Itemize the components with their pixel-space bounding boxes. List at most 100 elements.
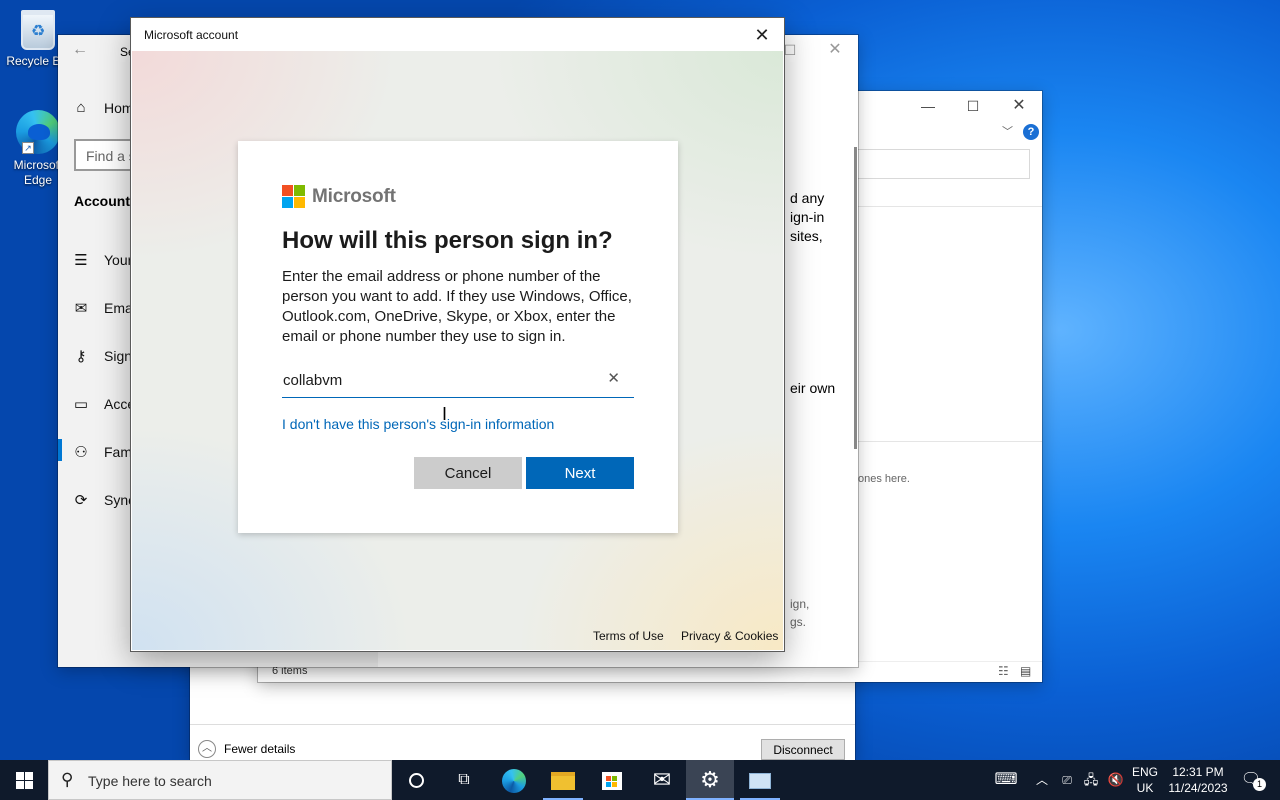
dialog-heading: How will this person sign in? (282, 227, 613, 254)
sync-icon: ⟳ (74, 492, 88, 509)
nav-your-info[interactable]: ☰ Your (72, 251, 132, 269)
nav-item-label: Sign (104, 348, 133, 364)
show-hidden-icons-button[interactable]: ︿ (1030, 760, 1054, 800)
dialog-close-button[interactable]: ✕ (746, 22, 778, 48)
task-view-icon: ⧉ (458, 771, 470, 788)
clock-date: 11/24/2023 (1168, 781, 1228, 795)
taskbar-edge[interactable] (490, 760, 538, 800)
search-placeholder: Find a s (86, 148, 136, 164)
edge-icon (502, 768, 526, 793)
settings-text-fragment: ign, (790, 597, 810, 611)
task-manager-icon (749, 772, 771, 789)
gear-icon: ⚙ (700, 767, 720, 792)
search-icon: ⚲ (61, 770, 74, 789)
key-icon: ⚷ (75, 348, 87, 365)
back-arrow-icon[interactable]: ← (72, 41, 88, 59)
minimize-button[interactable]: — (905, 91, 951, 121)
taskbar-settings[interactable]: ⚙ (686, 760, 734, 800)
nav-item-label: Ema (104, 300, 133, 316)
cortana-button[interactable] (392, 760, 440, 800)
clear-icon[interactable]: ✕ (607, 369, 620, 387)
store-bag-icon (602, 771, 622, 790)
nav-home-label: Hom (104, 99, 134, 116)
next-button[interactable]: Next (526, 457, 634, 489)
network-button[interactable]: 🖧 (1080, 760, 1102, 800)
chevron-up-icon: ︿ (198, 740, 216, 758)
settings-text-fragment: gs. (790, 615, 807, 629)
sign-in-card: Microsoft How will this person sign in? … (238, 141, 678, 533)
maximize-button[interactable]: ☐ (950, 91, 996, 121)
keyboard-icon: ⌨ (994, 771, 1018, 788)
email-input[interactable] (282, 369, 602, 391)
nav-access-work[interactable]: ▭ Acce (72, 395, 135, 413)
settings-text-fragment: sites, (790, 228, 823, 244)
email-field[interactable]: ✕ (282, 361, 634, 398)
dialog-title: Microsoft account (144, 28, 239, 42)
clock-time: 12:31 PM (1172, 765, 1224, 779)
home-icon: ⌂ (76, 99, 86, 116)
network-icon: 🖧 (1083, 772, 1099, 787)
settings-text-fragment: eir own (790, 380, 836, 396)
language-code: ENG (1131, 765, 1158, 779)
recycle-bin-icon (21, 10, 55, 50)
dialog-body: Microsoft How will this person sign in? … (132, 51, 783, 650)
privacy-cookies-link[interactable]: Privacy & Cookies (681, 629, 778, 643)
settings-text-fragment: ign-in (790, 209, 825, 225)
nav-item-label: Your (104, 252, 133, 268)
divider (856, 441, 1042, 442)
explorer-search-input[interactable] (856, 149, 1030, 179)
clock[interactable]: 12:31 PM 11/24/2023 (1162, 764, 1234, 796)
shortcut-arrow-icon: ↗ (22, 142, 34, 154)
taskbar-mail[interactable]: ✉ (638, 760, 686, 800)
meet-now-button[interactable]: ⎚ (1056, 760, 1078, 800)
microsoft-logo: Microsoft (282, 185, 396, 208)
briefcase-icon: ▭ (73, 396, 89, 413)
start-button[interactable] (0, 760, 48, 800)
windows-logo-icon (15, 772, 33, 790)
action-center-button[interactable]: 🗨 1 (1234, 760, 1268, 800)
divider (190, 724, 855, 725)
language-indicator[interactable]: ENG UK (1130, 764, 1160, 796)
taskbar-file-explorer[interactable] (539, 760, 587, 800)
notification-count: 1 (1253, 778, 1266, 791)
people-icon: ⚇ (74, 444, 88, 461)
taskbar: ⚲ Type here to search ⧉ ✉ ⚙ ⌨ ︿ ⎚ 🖧 🔇 EN… (0, 760, 1280, 800)
details-view-icon[interactable]: ☷ (998, 664, 1009, 678)
edge-icon: ↗ (16, 110, 60, 154)
explorer-hint-text: ones here. (858, 473, 910, 485)
taskbar-search[interactable]: ⚲ Type here to search (48, 760, 392, 800)
volume-button[interactable]: 🔇 (1104, 760, 1128, 800)
taskbar-store[interactable] (588, 760, 636, 800)
mail-icon: ✉ (74, 300, 88, 317)
no-sign-in-info-link[interactable]: I don't have this person's sign-in infor… (282, 416, 554, 432)
microsoft-account-dialog: Microsoft account ✕ Microsoft How will t… (131, 18, 784, 651)
nav-family[interactable]: ⚇ Fami (72, 443, 135, 461)
terms-of-use-link[interactable]: Terms of Use (593, 629, 664, 643)
microsoft-logo-icon (282, 185, 305, 208)
person-list-icon: ☰ (74, 252, 88, 269)
nav-home[interactable]: ⌂ Hom (72, 99, 134, 116)
help-icon[interactable]: ? (1023, 124, 1039, 140)
close-button[interactable]: ✕ (812, 35, 858, 65)
camera-icon: ⎚ (1062, 773, 1072, 787)
chevron-up-icon: ︿ (1035, 773, 1048, 787)
cortana-icon (408, 773, 424, 789)
tiles-view-icon[interactable]: ▤ (1020, 664, 1031, 678)
task-view-button[interactable]: ⧉ (440, 760, 488, 800)
fewer-details-label: Fewer details (224, 742, 296, 756)
scrollbar[interactable] (854, 147, 857, 449)
fewer-details-toggle[interactable]: ︿ Fewer details (198, 740, 295, 758)
taskbar-task-manager[interactable] (736, 760, 784, 800)
chevron-down-icon[interactable]: ﹀ (1002, 123, 1013, 139)
nav-sync[interactable]: ⟳ Sync (72, 491, 135, 509)
nav-sign-in-options[interactable]: ⚷ Sign (72, 347, 133, 365)
cancel-button[interactable]: Cancel (414, 457, 522, 489)
folder-icon (551, 771, 575, 790)
disconnect-button[interactable]: Disconnect (761, 739, 845, 760)
touch-keyboard-button[interactable]: ⌨ (982, 760, 1030, 800)
volume-muted-icon: 🔇 (1107, 772, 1125, 787)
section-heading: Accounts (74, 193, 138, 209)
close-button[interactable]: ✕ (996, 91, 1042, 121)
keyboard-region: UK (1136, 781, 1154, 795)
nav-email-accounts[interactable]: ✉ Ema (72, 299, 133, 317)
